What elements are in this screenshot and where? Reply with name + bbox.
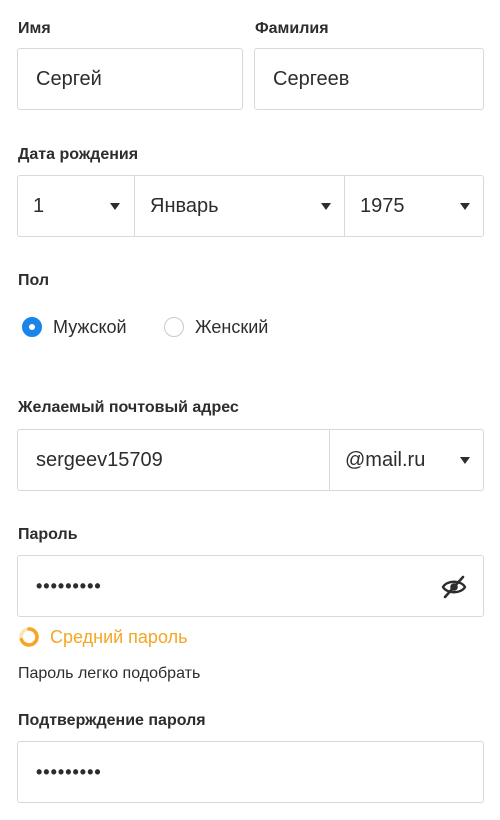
password-strength: Средний пароль (18, 626, 187, 648)
last-name-value: Сергеев (273, 68, 350, 90)
confirm-password-value: ••••••••• (36, 762, 102, 782)
password-hint: Пароль легко подобрать (18, 665, 201, 682)
gender-label: Пол (18, 272, 50, 289)
spinner-icon (18, 626, 40, 648)
eye-off-icon[interactable] (441, 574, 467, 600)
last-name-field[interactable]: Сергеев (254, 48, 484, 110)
day-value: 1 (33, 195, 45, 217)
radio-unchecked-icon[interactable] (164, 317, 184, 337)
gender-option-label: Мужской (53, 316, 127, 337)
month-select[interactable]: Январь (135, 176, 345, 236)
month-value: Январь (150, 195, 219, 217)
email-group: sergeev15709 @mail.ru (17, 429, 484, 491)
caret-down-icon (460, 457, 470, 464)
confirm-password-field[interactable]: ••••••••• (17, 741, 484, 803)
birth-date-label: Дата рождения (18, 146, 139, 163)
password-value: ••••••••• (36, 576, 102, 596)
day-select[interactable]: 1 (18, 176, 135, 236)
caret-down-icon (110, 203, 120, 210)
password-strength-text: Средний пароль (50, 626, 188, 647)
first-name-label: Имя (18, 20, 51, 37)
year-select[interactable]: 1975 (345, 176, 483, 236)
domain-value: @mail.ru (345, 449, 426, 471)
gender-option-label: Женский (195, 316, 269, 337)
last-name-label: Фамилия (255, 20, 329, 37)
year-value: 1975 (360, 195, 405, 217)
radio-checked-icon[interactable] (22, 317, 42, 337)
confirm-password-label: Подтверждение пароля (18, 712, 206, 729)
caret-down-icon (460, 203, 470, 210)
gender-option-male[interactable]: Мужской (22, 315, 127, 339)
email-label: Желаемый почтовый адрес (18, 399, 239, 416)
first-name-field[interactable]: Сергей (17, 48, 243, 110)
birth-date-group: 1 Январь 1975 (17, 175, 484, 237)
email-value: sergeev15709 (36, 449, 163, 471)
email-input[interactable]: sergeev15709 (18, 430, 330, 490)
password-label: Пароль (18, 526, 78, 543)
caret-down-icon (321, 203, 331, 210)
first-name-value: Сергей (36, 68, 102, 90)
domain-select[interactable]: @mail.ru (330, 430, 483, 490)
password-field[interactable]: ••••••••• (17, 555, 484, 617)
gender-option-female[interactable]: Женский (164, 315, 268, 339)
